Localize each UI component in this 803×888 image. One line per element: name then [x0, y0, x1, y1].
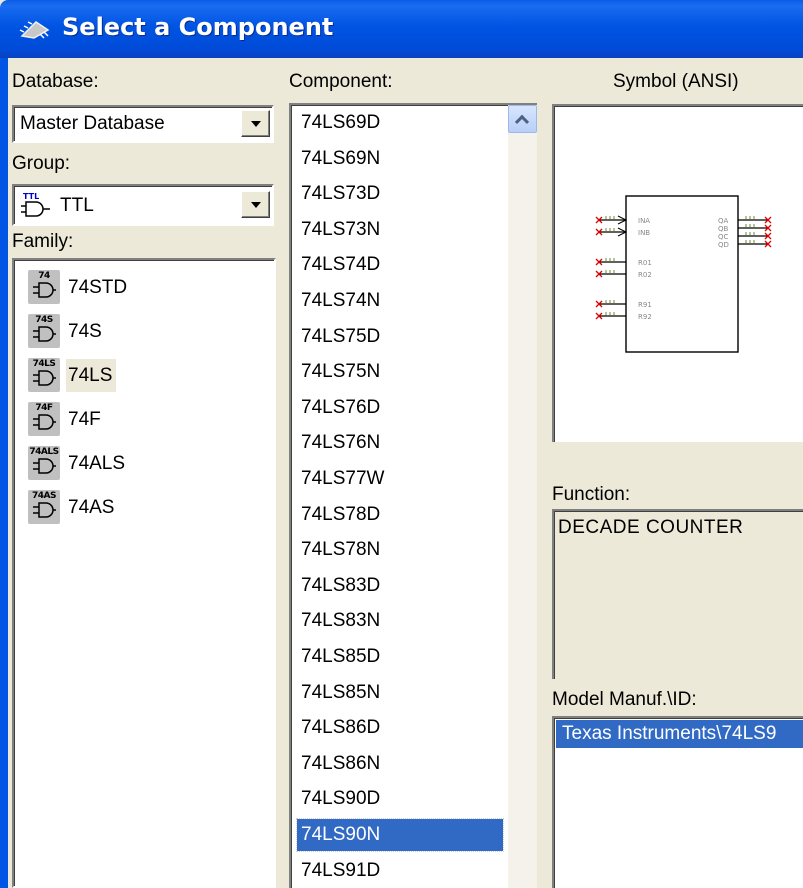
logic-gate-icon: 74S — [28, 314, 60, 348]
group-value: TTL — [60, 195, 94, 216]
family-item[interactable]: 74ALS 74ALS — [28, 444, 129, 482]
component-item[interactable]: 74LS86D — [297, 712, 503, 744]
logic-gate-icon: 74F — [28, 402, 60, 436]
function-box: DECADE COUNTER — [552, 509, 803, 679]
component-item[interactable]: 74LS75D — [297, 321, 503, 353]
family-item-label: 74ALS — [68, 452, 126, 474]
pin-tick-icon — [605, 228, 615, 231]
logic-gate-icon: 74AS — [28, 490, 60, 524]
family-label: Family: — [12, 231, 74, 252]
chevron-up-icon — [514, 114, 530, 129]
family-item-label: 74S — [68, 320, 102, 342]
logic-gate-icon: 74LS — [28, 358, 60, 392]
title-bar[interactable]: Select a Component — [0, 0, 803, 58]
symbol-pin-label: QA — [718, 217, 729, 225]
component-item[interactable]: 74LS83D — [297, 570, 503, 602]
family-list[interactable]: 74 74STD 74S 74S 74LS 74LS 74F 74F 74ALS 74ALS 74A… — [12, 258, 276, 888]
component-label: Component: — [289, 71, 393, 92]
component-symbol: INA INB R01 R02 R91 R92 QAQBQCQD — [595, 195, 772, 353]
pin-tick-icon — [605, 216, 615, 219]
component-item[interactable]: 74LS83N — [297, 605, 503, 637]
pin-tick-icon — [745, 232, 755, 235]
window-title: Select a Component — [62, 13, 334, 41]
component-item[interactable]: 74LS85D — [297, 641, 503, 673]
symbol-pin-label: QC — [718, 233, 729, 241]
component-item[interactable]: 74LS69N — [297, 143, 503, 175]
database-label: Database: — [12, 71, 99, 92]
chevron-down-icon — [251, 202, 261, 208]
symbol-pin-label: R02 — [638, 271, 652, 279]
component-item[interactable]: 74LS74D — [297, 249, 503, 281]
symbol-pin-label: INB — [638, 229, 650, 237]
window-frame-left — [0, 58, 8, 888]
database-value: Master Database — [20, 113, 165, 134]
component-item[interactable]: 74LS76N — [297, 427, 503, 459]
logic-gate-icon: 74ALS — [28, 446, 60, 480]
chevron-down-icon — [251, 121, 261, 127]
pin-tick-icon — [605, 312, 615, 315]
component-item[interactable]: 74LS90N — [296, 818, 504, 852]
function-value: DECADE COUNTER — [558, 517, 744, 538]
component-item[interactable]: 74LS69D — [297, 107, 503, 139]
function-label: Function: — [552, 484, 631, 505]
pin-tick-icon — [745, 240, 755, 243]
family-item-label: 74F — [68, 408, 101, 430]
component-item[interactable]: 74LS91D — [297, 855, 503, 887]
symbol-pin-label: R92 — [638, 313, 652, 321]
database-dropdown-button[interactable] — [241, 110, 270, 137]
component-item[interactable]: 74LS78N — [297, 534, 503, 566]
family-item-label: 74LS — [66, 358, 117, 392]
family-item[interactable]: 74S 74S — [28, 312, 106, 350]
component-item[interactable]: 74LS73D — [297, 178, 503, 210]
symbol-pin-label: QB — [718, 225, 729, 233]
symbol-pin-label: R01 — [638, 259, 652, 267]
pin-tick-icon — [605, 270, 615, 273]
ttl-gate-icon: TTL — [20, 190, 52, 220]
symbol-preview: INA INB R01 R02 R91 R92 QA QB QC QD — [552, 104, 803, 442]
component-chip-icon — [19, 21, 50, 39]
component-item[interactable]: 74LS85N — [297, 677, 503, 709]
component-list[interactable]: 74LS69D 74LS69N 74LS73D 74LS73N 74LS74D 74LS7… — [289, 103, 537, 888]
family-item[interactable]: 74 74STD — [28, 268, 131, 306]
component-item[interactable]: 74LS77W — [297, 463, 503, 495]
symbol-pin-label: QD — [718, 241, 729, 249]
database-dropdown[interactable]: Master Database — [12, 105, 274, 143]
component-item[interactable]: 74LS76D — [297, 392, 503, 424]
component-item[interactable]: 74LS73N — [297, 214, 503, 246]
pin-tick-icon — [745, 216, 755, 219]
model-label: Model Manuf.\ID: — [552, 689, 697, 710]
group-dropdown[interactable]: TTL TTL — [12, 184, 274, 226]
component-item[interactable]: 74LS86N — [297, 748, 503, 780]
family-item[interactable]: 74AS 74AS — [28, 488, 118, 526]
component-item[interactable]: 74LS74N — [297, 285, 503, 317]
group-dropdown-button[interactable] — [241, 191, 270, 218]
group-label: Group: — [12, 153, 71, 174]
pin-tick-icon — [605, 258, 615, 261]
component-item[interactable]: 74LS90D — [297, 783, 503, 815]
component-item[interactable]: 74LS75N — [297, 356, 503, 388]
component-scrollbar[interactable] — [508, 105, 537, 888]
family-item[interactable]: 74LS 74LS — [28, 356, 117, 394]
pin-tick-icon — [745, 224, 755, 227]
family-item-label: 74STD — [68, 276, 128, 298]
symbol-pin-label: R91 — [638, 301, 652, 309]
component-item[interactable]: 74LS78D — [297, 499, 503, 531]
model-list-item[interactable]: Texas Instruments\74LS9 — [556, 720, 803, 748]
svg-text:TTL: TTL — [23, 192, 39, 201]
logic-gate-icon: 74 — [28, 270, 60, 304]
symbol-pin-label: INA — [638, 217, 650, 225]
scroll-up-button[interactable] — [508, 105, 537, 133]
symbol-label: Symbol (ANSI) — [613, 71, 739, 92]
model-list[interactable]: Texas Instruments\74LS9 — [552, 716, 803, 888]
family-item-label: 74AS — [68, 496, 115, 518]
pin-tick-icon — [605, 300, 615, 303]
family-item[interactable]: 74F 74F — [28, 400, 105, 438]
